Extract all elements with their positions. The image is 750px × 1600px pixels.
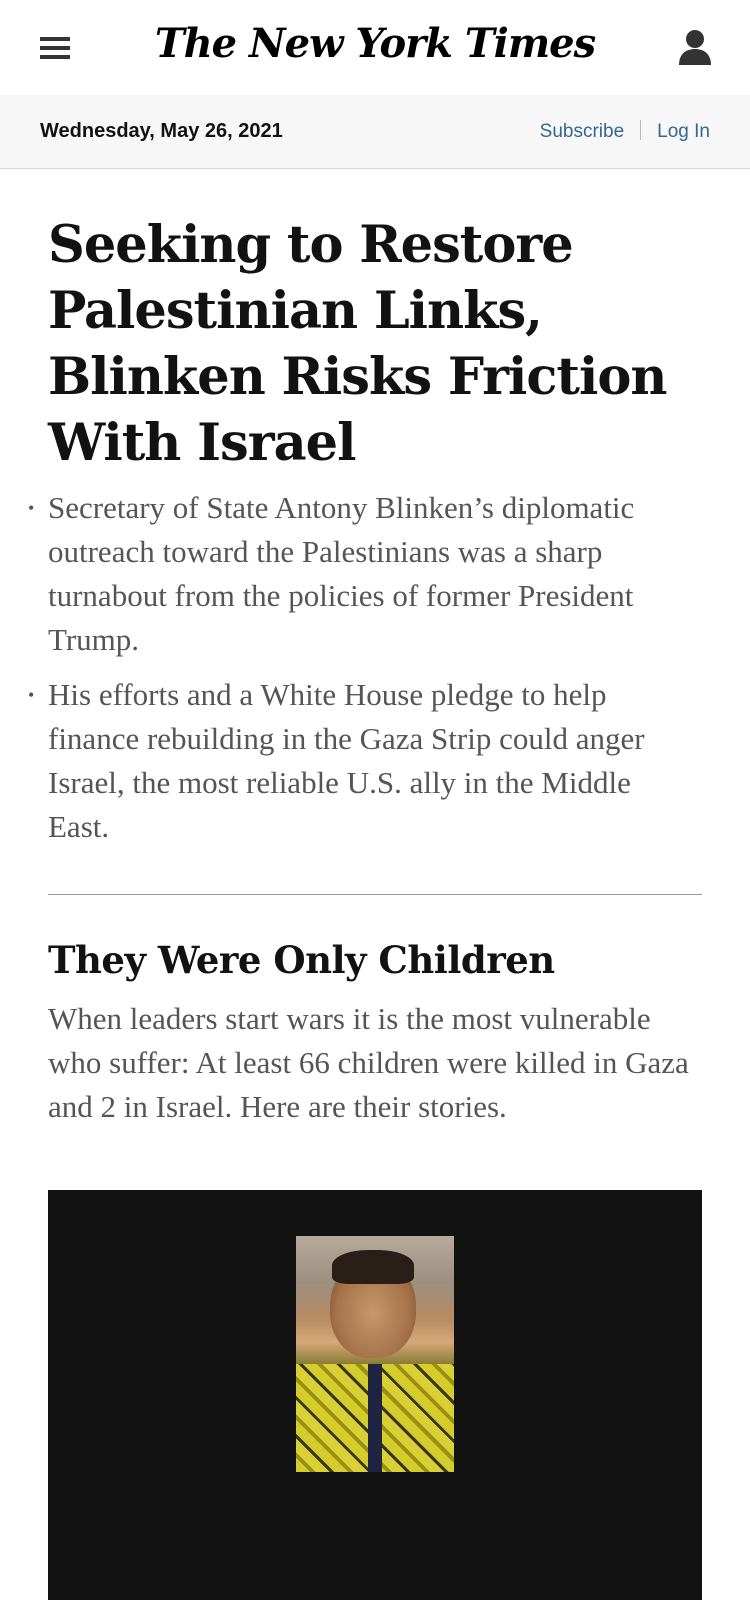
masthead-logo[interactable]: The New York Times — [0, 20, 750, 67]
login-link[interactable]: Log In — [657, 121, 710, 142]
link-separator — [640, 120, 642, 140]
lead-story-headline[interactable]: Seeking to Restore Palestinian Links, Bl… — [48, 212, 688, 476]
user-account-icon[interactable] — [678, 28, 712, 66]
subscribe-link[interactable]: Subscribe — [540, 121, 625, 142]
top-navigation-bar: The New York Times — [0, 0, 750, 96]
date-bar: Wednesday, May 26, 2021 Subscribe Log In — [0, 95, 750, 169]
current-date: Wednesday, May 26, 2021 — [40, 120, 283, 142]
story-media-block[interactable] — [48, 1190, 702, 1600]
story-divider — [48, 894, 702, 895]
account-links: Subscribe Log In — [540, 120, 710, 143]
summary-bullet: His efforts and a White House pledge to … — [28, 673, 698, 849]
second-story-headline[interactable]: They Were Only Children — [48, 934, 702, 986]
second-story-summary: When leaders start wars it is the most v… — [48, 1001, 689, 1124]
summary-bullet: Secretary of State Antony Blinken’s dipl… — [28, 486, 698, 662]
lead-story-summary-list: Secretary of State Antony Blinken’s dipl… — [28, 486, 698, 860]
child-portrait-photo[interactable] — [296, 1236, 454, 1472]
